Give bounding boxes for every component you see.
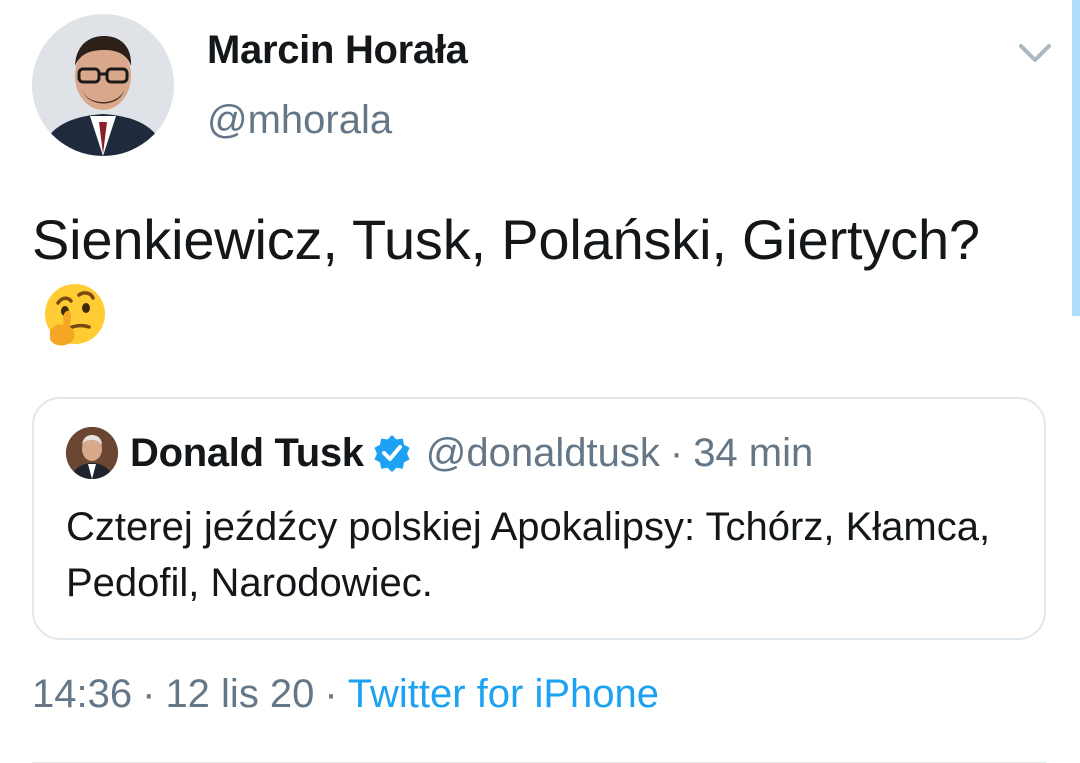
tweet-source-link[interactable]: Twitter for iPhone [348,672,659,716]
quoted-author-avatar [66,427,118,479]
quoted-author-handle: @donaldtusk [425,430,660,475]
tweet-time: 14:36 [32,672,133,716]
quoted-tweet-header: Donald Tusk @donaldtusk · 34 min [66,427,813,479]
verified-badge-icon [374,435,410,472]
author-handle[interactable]: @mhorala [207,98,392,143]
meta-separator: · [324,672,338,716]
tweet-text-content: Sienkiewicz, Tusk, Polański, Giertych? [32,208,980,271]
chevron-down-icon[interactable] [1017,40,1053,66]
tweet-text: Sienkiewicz, Tusk, Polański, Giertych? [32,200,1032,360]
author-avatar[interactable] [32,14,174,156]
quoted-separator: · [669,430,684,475]
quoted-author-name: Donald Tusk [130,430,364,475]
tweet-meta: 14:36 · 12 lis 20 · Twitter for iPhone [32,672,659,717]
meta-separator: · [142,672,156,716]
scroll-indicator [1072,0,1080,316]
quoted-tweet-text: Czterej jeźdźcy polskiej Apokalipsy: Tch… [66,505,991,605]
quoted-timestamp: 34 min [693,430,814,475]
quoted-tweet-card[interactable]: Donald Tusk @donaldtusk · 34 min Czterej… [32,397,1046,640]
thinking-face-icon [45,284,105,346]
author-name[interactable]: Marcin Horała [207,28,468,73]
tweet-date: 12 lis 20 [165,672,315,716]
